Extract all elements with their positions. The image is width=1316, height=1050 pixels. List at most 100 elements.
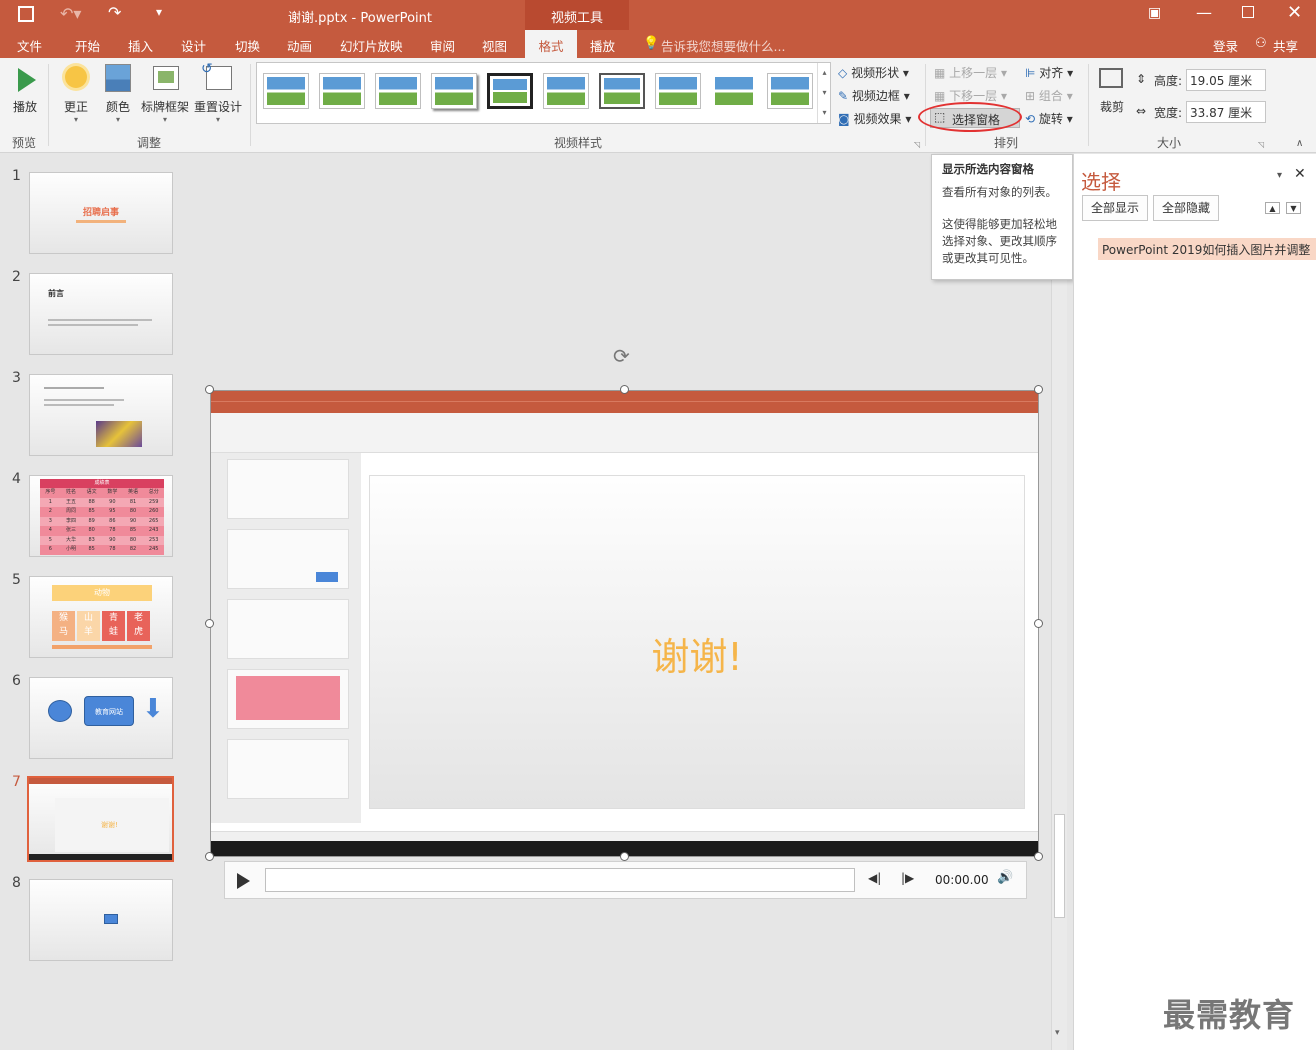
minimize-icon[interactable]: — [1196, 3, 1212, 22]
slide-thumb-1[interactable]: 招聘启事 [29, 172, 173, 254]
video-style-5[interactable] [487, 73, 533, 109]
video-slide-text: 谢谢! [651, 635, 743, 679]
video-style-6[interactable] [543, 73, 589, 109]
rotate-handle-icon[interactable]: ⟳ [613, 344, 630, 368]
ribbon-display-icon[interactable]: ▣ [1148, 5, 1161, 21]
tab-home[interactable]: 开始 [75, 36, 100, 55]
width-label: 宽度: [1154, 106, 1183, 120]
align-icon: ⊫ [1025, 66, 1036, 80]
resize-handle[interactable] [205, 852, 214, 861]
correct-label: 更正 [63, 100, 88, 114]
tell-me-input[interactable]: 告诉我您想要做什么... [661, 36, 785, 55]
height-input[interactable] [1186, 69, 1266, 91]
resize-handle[interactable] [1034, 385, 1043, 394]
video-style-3[interactable] [375, 73, 421, 109]
rotate-button[interactable]: ⟲ 旋转 ▾ [1025, 110, 1073, 127]
reset-design-label: 重置设计 [193, 100, 242, 114]
correct-button[interactable]: 更正 ▾ [58, 62, 94, 124]
scroll-thumb[interactable] [1054, 814, 1065, 918]
group-objects-button[interactable]: ⊞ 组合 ▾ [1025, 87, 1073, 104]
tooltip-line-1: 查看所有对象的列表。 [942, 185, 1057, 199]
maximize-icon[interactable] [1242, 6, 1254, 18]
dialog-launcher-icon[interactable]: ◹ [914, 140, 920, 149]
slide-thumb-4[interactable]: 成绩表 序号 姓名 语文 数学 英语 总分 1 王五 88 90 81 259 2 周同 85 95 80 260… [29, 475, 173, 557]
video-border-button[interactable]: ✎ 视频边框 ▾ [838, 87, 910, 104]
tab-slideshow[interactable]: 幻灯片放映 [340, 36, 403, 55]
hide-all-button[interactable]: 全部隐藏 [1153, 195, 1219, 221]
redo-icon[interactable]: ↷ [108, 3, 121, 22]
undo-icon[interactable]: ↶▾ [60, 4, 81, 23]
collapse-ribbon-icon[interactable]: ∧ [1296, 138, 1303, 149]
video-timeline[interactable] [265, 868, 855, 892]
tab-design[interactable]: 设计 [181, 36, 206, 55]
video-style-8[interactable] [655, 73, 701, 109]
resize-handle[interactable] [1034, 852, 1043, 861]
show-all-button[interactable]: 全部显示 [1082, 195, 1148, 221]
slide-editor[interactable]: ▾ ⟳ 谢谢! ◀| |▶ 00:00.00 🔊 [195, 154, 1067, 1050]
video-style-10[interactable] [767, 73, 813, 109]
video-style-1[interactable] [263, 73, 309, 109]
video-shape-button[interactable]: ◇ 视频形状 ▾ [838, 64, 909, 81]
customize-toolbar-icon[interactable]: ▾ [156, 5, 162, 19]
width-input[interactable] [1186, 101, 1266, 123]
editor-scrollbar[interactable]: ▾ [1051, 154, 1067, 1050]
slide-thumb-3[interactable] [29, 374, 173, 456]
step-back-icon[interactable]: ◀| [868, 871, 881, 885]
video-frame[interactable]: 谢谢! [210, 390, 1039, 857]
close-icon[interactable]: ✕ [1287, 2, 1302, 23]
move-down-icon[interactable]: ▼ [1286, 202, 1301, 214]
tab-format[interactable]: 格式 [525, 30, 577, 58]
step-forward-icon[interactable]: |▶ [901, 871, 914, 885]
resize-handle[interactable] [1034, 619, 1043, 628]
table-row: 4 张三 80 78 85 243 [40, 526, 164, 536]
pane-options-icon[interactable]: ▾ [1277, 170, 1282, 181]
slide-thumb-5[interactable]: 动物 猴 马山 羊青 蛙老 虎 [29, 576, 173, 658]
table-row: 5 大华 83 90 80 253 [40, 535, 164, 545]
video-style-2[interactable] [319, 73, 365, 109]
scroll-down-icon[interactable]: ▾ [1055, 1028, 1060, 1038]
tab-review[interactable]: 审阅 [430, 36, 455, 55]
table-row: 3 李四 89 86 90 265 [40, 516, 164, 526]
tab-transitions[interactable]: 切换 [235, 36, 260, 55]
selection-item[interactable]: PowerPoint 2019如何插入图片并调整 [1098, 238, 1316, 260]
size-dialog-launcher-icon[interactable]: ◹ [1258, 140, 1264, 149]
pane-close-icon[interactable]: ✕ [1294, 166, 1306, 182]
tab-animations[interactable]: 动画 [287, 36, 312, 55]
move-up-icon[interactable]: ▲ [1265, 202, 1280, 214]
tab-insert[interactable]: 插入 [128, 36, 153, 55]
login-link[interactable]: 登录 [1213, 36, 1238, 55]
tab-view[interactable]: 视图 [482, 36, 507, 55]
slide-thumb-7-selected[interactable]: 谢谢! [27, 776, 174, 862]
slide-thumbnail-panel[interactable]: 1 招聘启事 2 前言 3 4 成绩表 序号 姓名 语文 数学 英语 总分 1 王五 88 90 8… [0, 154, 194, 1050]
height-icon: ⇕ [1136, 72, 1147, 86]
bring-forward-button[interactable]: ▦ 上移一层 ▾ [934, 64, 1007, 81]
gallery-scroll[interactable]: ▴ ▾ ▾ [817, 63, 831, 123]
resize-handle[interactable] [620, 385, 629, 394]
save-icon[interactable] [18, 6, 34, 22]
resize-handle[interactable] [620, 852, 629, 861]
table-row: 1 王五 88 90 81 259 [40, 497, 164, 507]
resize-handle[interactable] [205, 619, 214, 628]
video-style-9[interactable] [711, 73, 757, 109]
slide-thumb-6[interactable]: 教育网站 ⬇ [29, 677, 173, 759]
video-play-icon[interactable] [237, 873, 250, 889]
video-effects-button[interactable]: ◙ 视频效果 ▾ [838, 110, 911, 127]
play-button[interactable]: 播放 [8, 62, 42, 115]
reset-design-button[interactable]: ↺ 重置设计 ▾ [193, 61, 243, 124]
poster-frame-icon [153, 66, 179, 90]
video-style-7[interactable] [599, 73, 645, 109]
color-button[interactable]: 颜色 ▾ [102, 62, 134, 124]
align-button[interactable]: ⊫ 对齐 ▾ [1025, 64, 1073, 81]
poster-frame-label: 标牌框架 [140, 100, 189, 114]
share-button[interactable]: 共享 [1273, 36, 1298, 55]
video-style-4[interactable] [431, 73, 477, 109]
crop-button[interactable]: 裁剪 [1096, 62, 1128, 115]
tab-file[interactable]: 文件 [17, 36, 42, 55]
volume-icon[interactable]: 🔊 [997, 870, 1013, 885]
poster-frame-button[interactable]: 标牌框架 ▾ [140, 62, 190, 124]
video-styles-gallery[interactable]: ▴ ▾ ▾ [256, 62, 831, 124]
tab-playback[interactable]: 播放 [590, 36, 615, 55]
resize-handle[interactable] [205, 385, 214, 394]
slide-thumb-8[interactable] [29, 879, 173, 961]
slide-thumb-2[interactable]: 前言 [29, 273, 173, 355]
